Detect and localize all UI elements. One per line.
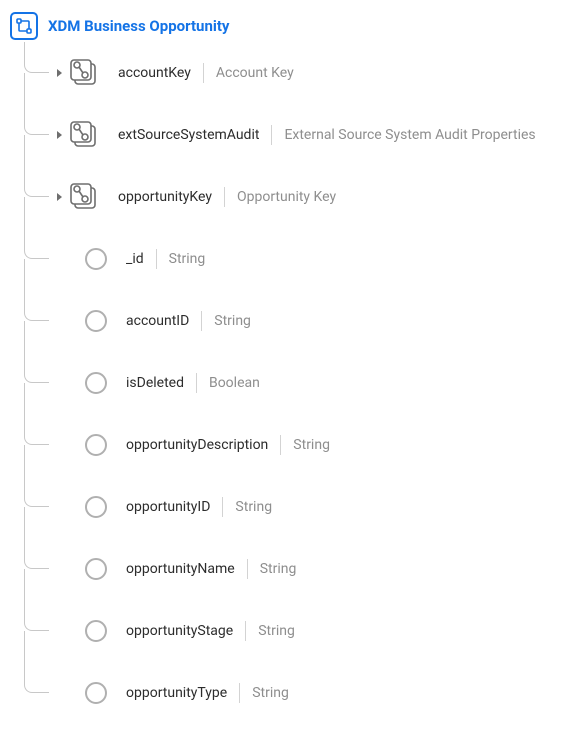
field-row[interactable]: opportunityKey Opportunity Key	[24, 166, 556, 228]
expand-chevron-icon[interactable]	[57, 131, 62, 139]
chevron-slot	[50, 69, 68, 77]
field-name: isDeleted	[126, 375, 184, 391]
field-row[interactable]: extSourceSystemAudit External Source Sys…	[24, 104, 556, 166]
field-type: String	[214, 313, 251, 329]
leaf-circle-icon	[84, 557, 108, 581]
field-divider	[224, 187, 225, 207]
leaf-circle-icon	[84, 433, 108, 457]
field-list: accountKey Account Key extSourceSystemAu…	[24, 42, 556, 724]
field-row[interactable]: opportunityDescription String	[24, 414, 556, 476]
field-type: Opportunity Key	[237, 189, 336, 205]
field-row[interactable]: _id String	[24, 228, 556, 290]
field-name: accountKey	[118, 65, 191, 81]
field-divider	[222, 497, 223, 517]
field-name: opportunityName	[126, 561, 235, 577]
field-divider	[280, 435, 281, 455]
field-divider	[201, 311, 202, 331]
field-name: opportunityID	[126, 499, 210, 515]
field-row[interactable]: opportunityName String	[24, 538, 556, 600]
field-row[interactable]: opportunityStage String	[24, 600, 556, 662]
field-type: String	[235, 499, 272, 515]
field-divider	[203, 63, 204, 83]
field-divider	[196, 373, 197, 393]
field-name: opportunityStage	[126, 623, 233, 639]
schema-title: XDM Business Opportunity	[48, 17, 229, 35]
expand-chevron-icon[interactable]	[57, 69, 62, 77]
leaf-circle-icon	[84, 371, 108, 395]
field-type: String	[169, 251, 206, 267]
field-type: String	[293, 437, 330, 453]
object-group-icon	[68, 119, 100, 151]
schema-root[interactable]: XDM Business Opportunity	[10, 10, 556, 42]
field-divider	[271, 125, 272, 145]
field-type: Boolean	[209, 375, 260, 391]
field-type: String	[258, 623, 295, 639]
field-name: opportunityDescription	[126, 437, 268, 453]
field-row[interactable]: accountKey Account Key	[24, 42, 556, 104]
object-group-icon	[68, 57, 100, 89]
leaf-circle-icon	[84, 309, 108, 333]
field-row[interactable]: opportunityType String	[24, 662, 556, 724]
field-divider	[245, 621, 246, 641]
schema-icon	[10, 12, 38, 40]
field-type: String	[260, 561, 297, 577]
chevron-slot	[50, 131, 68, 139]
field-divider	[239, 683, 240, 703]
leaf-circle-icon	[84, 495, 108, 519]
field-divider	[156, 249, 157, 269]
field-type: External Source System Audit Properties	[284, 127, 535, 143]
field-name: extSourceSystemAudit	[118, 127, 259, 143]
field-row[interactable]: opportunityID String	[24, 476, 556, 538]
field-name: opportunityKey	[118, 189, 212, 205]
field-name: _id	[126, 251, 144, 267]
leaf-circle-icon	[84, 681, 108, 705]
leaf-circle-icon	[84, 619, 108, 643]
object-group-icon	[68, 181, 100, 213]
field-type: String	[252, 685, 289, 701]
field-row[interactable]: accountID String	[24, 290, 556, 352]
field-divider	[247, 559, 248, 579]
chevron-slot	[50, 193, 68, 201]
field-name: opportunityType	[126, 685, 227, 701]
field-name: accountID	[126, 313, 189, 329]
expand-chevron-icon[interactable]	[57, 193, 62, 201]
leaf-circle-icon	[84, 247, 108, 271]
field-row[interactable]: isDeleted Boolean	[24, 352, 556, 414]
field-type: Account Key	[216, 65, 294, 81]
